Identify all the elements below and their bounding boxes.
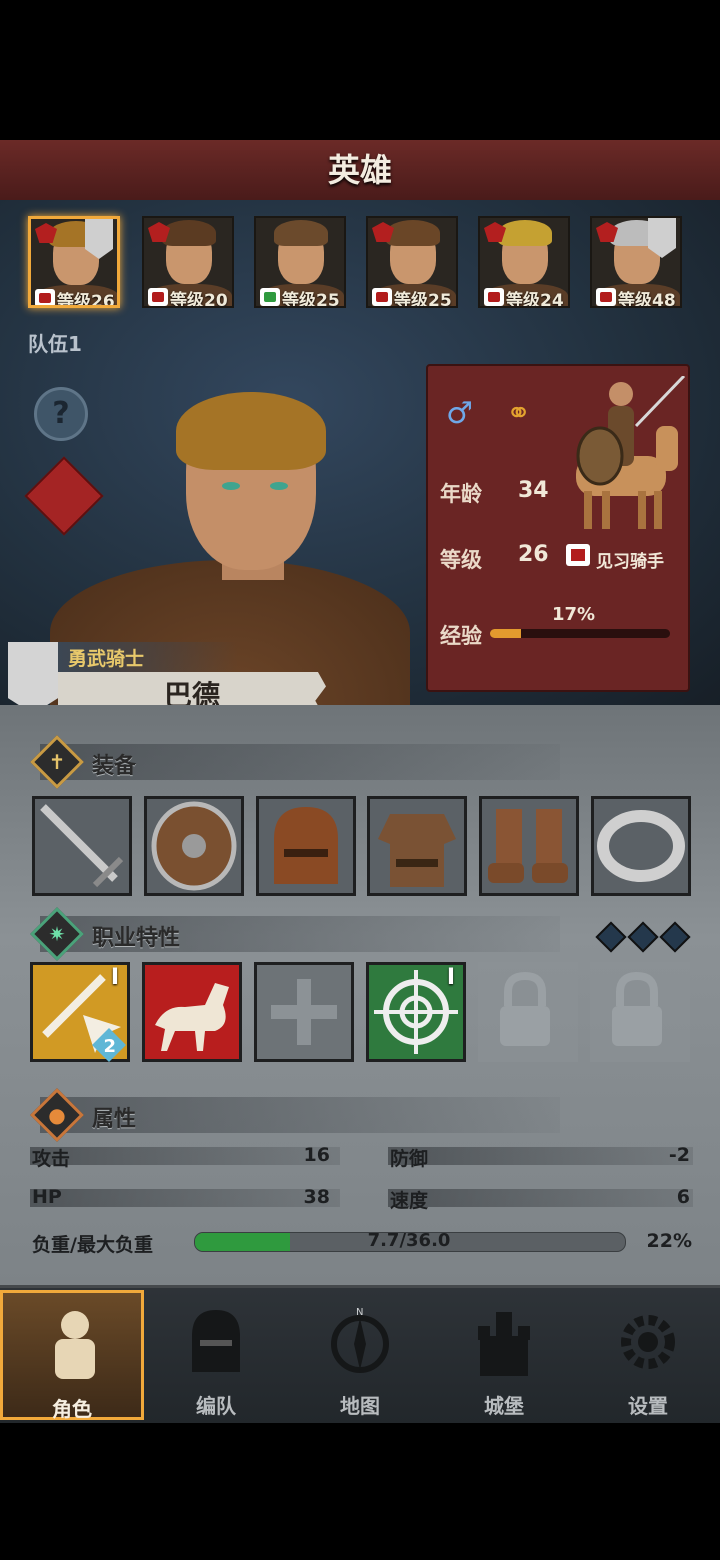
locked-trait-slot[interactable]: [590, 962, 690, 1062]
trait-slot[interactable]: I2: [30, 962, 130, 1062]
nav-item-compass[interactable]: N 地图: [288, 1290, 432, 1420]
trait-slot[interactable]: [254, 962, 354, 1062]
speed-value: 6: [676, 1186, 690, 1208]
nav-label: 角色: [52, 1397, 92, 1421]
class-badge-icon: [596, 288, 616, 306]
class-badge-icon: [260, 288, 280, 306]
equipment-slot[interactable]: [144, 796, 244, 896]
exp-label: 经验: [440, 624, 482, 648]
mounted-knight-icon: [576, 376, 686, 529]
roster-level: 等级25: [282, 291, 340, 308]
roster-portrait[interactable]: 等级25: [254, 216, 346, 308]
ring-icon: [594, 799, 688, 897]
trait-tier: I: [110, 965, 119, 990]
hero-eye-right: [270, 482, 288, 490]
attack-value: 16: [303, 1144, 330, 1166]
shield-icon: [147, 799, 241, 897]
portrait-hair: [162, 220, 216, 246]
help-button[interactable]: ?: [34, 387, 88, 441]
roster-portrait[interactable]: 等级48: [590, 216, 682, 308]
page-title: 英雄: [327, 151, 392, 189]
nav-item-castle[interactable]: 城堡: [432, 1290, 576, 1420]
attack-label: 攻击: [32, 1148, 71, 1170]
trait-slot[interactable]: [142, 962, 242, 1062]
class-badge-icon: [35, 289, 55, 305]
roster-level: 等级25: [394, 291, 452, 308]
roster-level: 等级20: [170, 291, 228, 308]
level-label: 等级: [440, 548, 482, 572]
knight-icon: [45, 1309, 105, 1381]
sword-icon: [35, 799, 129, 897]
nav-label: 城堡: [484, 1394, 524, 1418]
speed-label: 速度: [390, 1190, 429, 1212]
nav-item-gear[interactable]: 设置: [576, 1290, 720, 1420]
age-value: 34: [518, 478, 549, 503]
class-badge-icon: [148, 288, 168, 306]
roster-level: 等级24: [506, 291, 564, 308]
male-icon: ♂: [446, 396, 473, 431]
roster-portrait[interactable]: 等级25: [366, 216, 458, 308]
hero-hair: [176, 392, 326, 470]
hp-value: 38: [303, 1186, 330, 1208]
horse-icon: [145, 965, 239, 1063]
svg-text:N: N: [356, 1307, 363, 1318]
portrait-hair: [498, 220, 552, 246]
roster-level: 等级26: [57, 292, 115, 308]
attributes-title: 属性: [92, 1107, 137, 1132]
helmet-icon: [186, 1306, 246, 1378]
exp-percent: 17%: [552, 604, 596, 625]
defense-label: 防御: [390, 1148, 429, 1170]
trait-slot[interactable]: I: [366, 962, 466, 1062]
hp-label: HP: [32, 1186, 62, 1208]
boots-icon: [482, 799, 576, 897]
equipment-title: 装备: [92, 754, 137, 779]
helmet-icon: [259, 799, 353, 897]
equipment-slot[interactable]: [479, 796, 579, 896]
hero-eye-left: [222, 482, 240, 490]
load-label: 负重/最大负重: [32, 1234, 153, 1256]
portrait-hair: [274, 220, 328, 246]
armor-icon: [370, 799, 464, 897]
gear-icon: [618, 1306, 678, 1378]
team-label: 队伍1: [28, 332, 82, 356]
locked-trait-slot[interactable]: [478, 962, 578, 1062]
defense-value: -2: [668, 1144, 690, 1166]
hero-class: 勇武骑士: [68, 648, 145, 670]
load-percent: 22%: [646, 1230, 692, 1252]
load-value: 7.7/36.0: [367, 1230, 451, 1251]
equipment-slot[interactable]: [367, 796, 467, 896]
roster-level: 等级48: [618, 291, 676, 308]
compass-icon: N: [330, 1306, 390, 1378]
class-badge-icon: [372, 288, 392, 306]
roster-portrait[interactable]: 等级24: [478, 216, 570, 308]
equipment-slot[interactable]: [256, 796, 356, 896]
lock-icon: [590, 962, 690, 1060]
equipment-slot[interactable]: [591, 796, 691, 896]
trait-tier: I: [446, 965, 455, 990]
rank-badge-icon: [566, 544, 590, 566]
traits-title: 职业特性: [92, 926, 181, 951]
portrait-hair: [386, 220, 440, 246]
trait-stack: 2: [103, 1036, 116, 1057]
marriage-rings-icon: ⚭: [506, 396, 532, 431]
equipment-slot[interactable]: [32, 796, 132, 896]
rank-title: 见习骑手: [596, 552, 664, 572]
nav-label: 设置: [628, 1394, 668, 1418]
age-label: 年龄: [440, 482, 482, 506]
level-value: 26: [518, 542, 549, 567]
castle-icon: [474, 1306, 534, 1378]
nav-item-helmet[interactable]: 编队: [144, 1290, 288, 1420]
roster-portrait[interactable]: 等级26: [28, 216, 120, 308]
nav-label: 编队: [196, 1394, 236, 1418]
class-badge-icon: [484, 288, 504, 306]
exp-progress-fill: [490, 629, 521, 638]
lock-icon: [478, 962, 578, 1060]
exp-progress-bar: [490, 629, 670, 638]
roster-portrait[interactable]: 等级20: [142, 216, 234, 308]
nav-item-knight[interactable]: 角色: [0, 1290, 144, 1421]
cross-icon: [257, 965, 351, 1063]
nav-label: 地图: [340, 1394, 380, 1418]
